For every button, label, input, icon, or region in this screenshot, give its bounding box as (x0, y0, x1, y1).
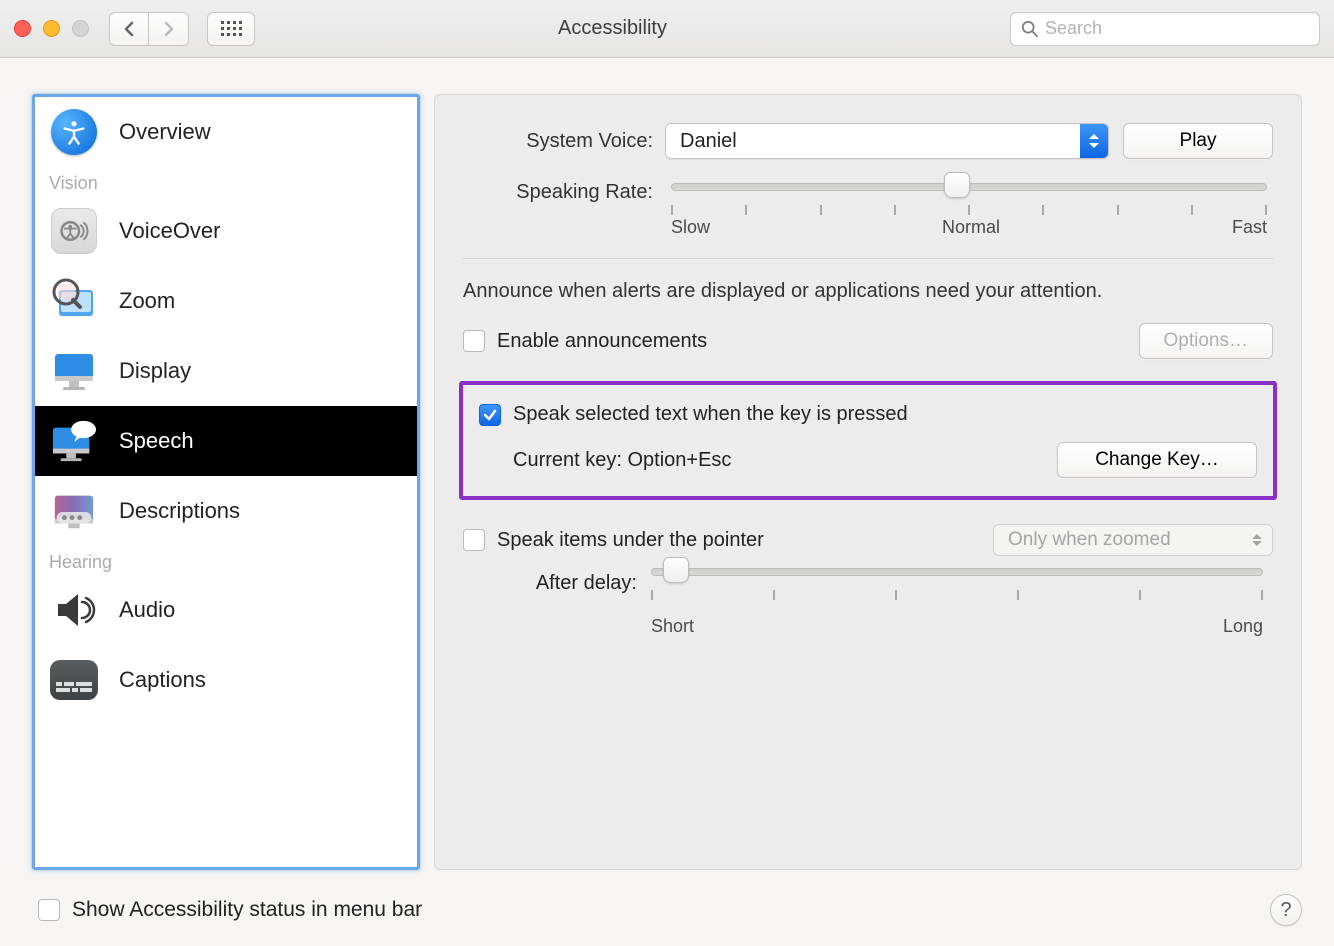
after-delay-slider[interactable] (651, 568, 1263, 576)
close-window-button[interactable] (14, 20, 31, 37)
minimize-window-button[interactable] (43, 20, 60, 37)
divider (463, 258, 1273, 259)
speak-selected-highlight: Speak selected text when the key is pres… (459, 381, 1277, 500)
footer: Show Accessibility status in menu bar ? (0, 882, 1334, 946)
slider-knob[interactable] (944, 172, 970, 198)
play-button[interactable]: Play (1123, 123, 1273, 159)
search-input[interactable] (1045, 18, 1309, 39)
speaking-rate-slider[interactable] (671, 183, 1267, 191)
nav-buttons (109, 12, 189, 46)
sidebar-item-label: Display (119, 358, 191, 384)
sidebar-item-zoom[interactable]: Zoom (35, 266, 417, 336)
descriptions-icon (51, 488, 97, 534)
sidebar-item-display[interactable]: Display (35, 336, 417, 406)
accessibility-icon (51, 109, 97, 155)
slider-knob[interactable] (663, 557, 689, 583)
titlebar: Accessibility (0, 0, 1334, 58)
settings-panel: System Voice: Daniel Play Speaking Rate:… (434, 94, 1302, 870)
speak-selected-label: Speak selected text when the key is pres… (513, 403, 908, 426)
sidebar-item-label: Speech (119, 428, 194, 454)
system-voice-value: Daniel (680, 130, 737, 153)
speaking-rate-label: Speaking Rate: (463, 179, 653, 204)
sidebar-item-label: Descriptions (119, 498, 240, 524)
search-field[interactable] (1010, 12, 1320, 46)
show-status-checkbox[interactable] (38, 899, 60, 921)
system-voice-select[interactable]: Daniel (665, 123, 1109, 159)
display-icon (51, 348, 97, 394)
delay-long: Long (1223, 616, 1263, 637)
rate-slow: Slow (671, 217, 710, 238)
slider-ticks (671, 197, 1267, 217)
after-delay-label: After delay: (497, 568, 637, 595)
sidebar-item-speech[interactable]: Speech (35, 406, 417, 476)
rate-normal: Normal (942, 217, 1000, 238)
sidebar-item-descriptions[interactable]: Descriptions (35, 476, 417, 546)
dropdown-arrows-icon (1252, 529, 1262, 551)
system-voice-label: System Voice: (463, 130, 653, 153)
help-button[interactable]: ? (1270, 894, 1302, 926)
sidebar-item-overview[interactable]: Overview (35, 97, 417, 167)
sidebar-item-captions[interactable]: Captions (35, 645, 417, 715)
enable-announcements-checkbox[interactable] (463, 330, 485, 352)
current-key-label: Current key: Option+Esc (513, 449, 731, 472)
enable-announcements-label: Enable announcements (497, 330, 707, 353)
window-title: Accessibility (275, 17, 1010, 40)
change-key-button[interactable]: Change Key… (1057, 442, 1257, 478)
sidebar-item-label: Audio (119, 597, 175, 623)
dropdown-arrows-icon (1080, 124, 1108, 158)
show-status-label: Show Accessibility status in menu bar (72, 898, 422, 922)
grid-icon (221, 21, 242, 36)
zoom-icon (51, 278, 97, 324)
slider-labels: Slow Normal Fast (671, 217, 1267, 238)
slider-ticks (651, 582, 1263, 602)
options-button: Options… (1139, 323, 1273, 359)
pointer-mode-value: Only when zoomed (1008, 529, 1171, 551)
speak-pointer-label: Speak items under the pointer (497, 529, 764, 552)
sidebar-item-label: Captions (119, 667, 206, 693)
search-icon (1021, 20, 1039, 38)
captions-icon (50, 660, 98, 700)
delay-labels: Short Long (651, 616, 1263, 637)
sidebar-item-audio[interactable]: Audio (35, 575, 417, 645)
speak-pointer-checkbox[interactable] (463, 529, 485, 551)
forward-button[interactable] (149, 12, 189, 46)
sidebar-item-label: VoiceOver (119, 218, 221, 244)
sidebar-header-vision: Vision (35, 167, 417, 196)
rate-fast: Fast (1232, 217, 1267, 238)
help-icon: ? (1280, 899, 1291, 922)
sidebar-item-label: Zoom (119, 288, 175, 314)
audio-icon (51, 587, 97, 633)
speak-selected-checkbox[interactable] (479, 404, 501, 426)
sidebar: Overview Vision VoiceOver Zoom Display S… (32, 94, 420, 870)
back-button[interactable] (109, 12, 149, 46)
speech-icon (51, 418, 97, 464)
zoom-window-button (72, 20, 89, 37)
voiceover-icon (51, 208, 97, 254)
sidebar-item-voiceover[interactable]: VoiceOver (35, 196, 417, 266)
sidebar-item-label: Overview (119, 119, 211, 145)
show-all-button[interactable] (207, 12, 255, 46)
window-controls (14, 20, 89, 37)
announce-description: Announce when alerts are displayed or ap… (463, 277, 1273, 305)
pointer-mode-select: Only when zoomed (993, 524, 1273, 556)
delay-short: Short (651, 616, 694, 637)
sidebar-header-hearing: Hearing (35, 546, 417, 575)
